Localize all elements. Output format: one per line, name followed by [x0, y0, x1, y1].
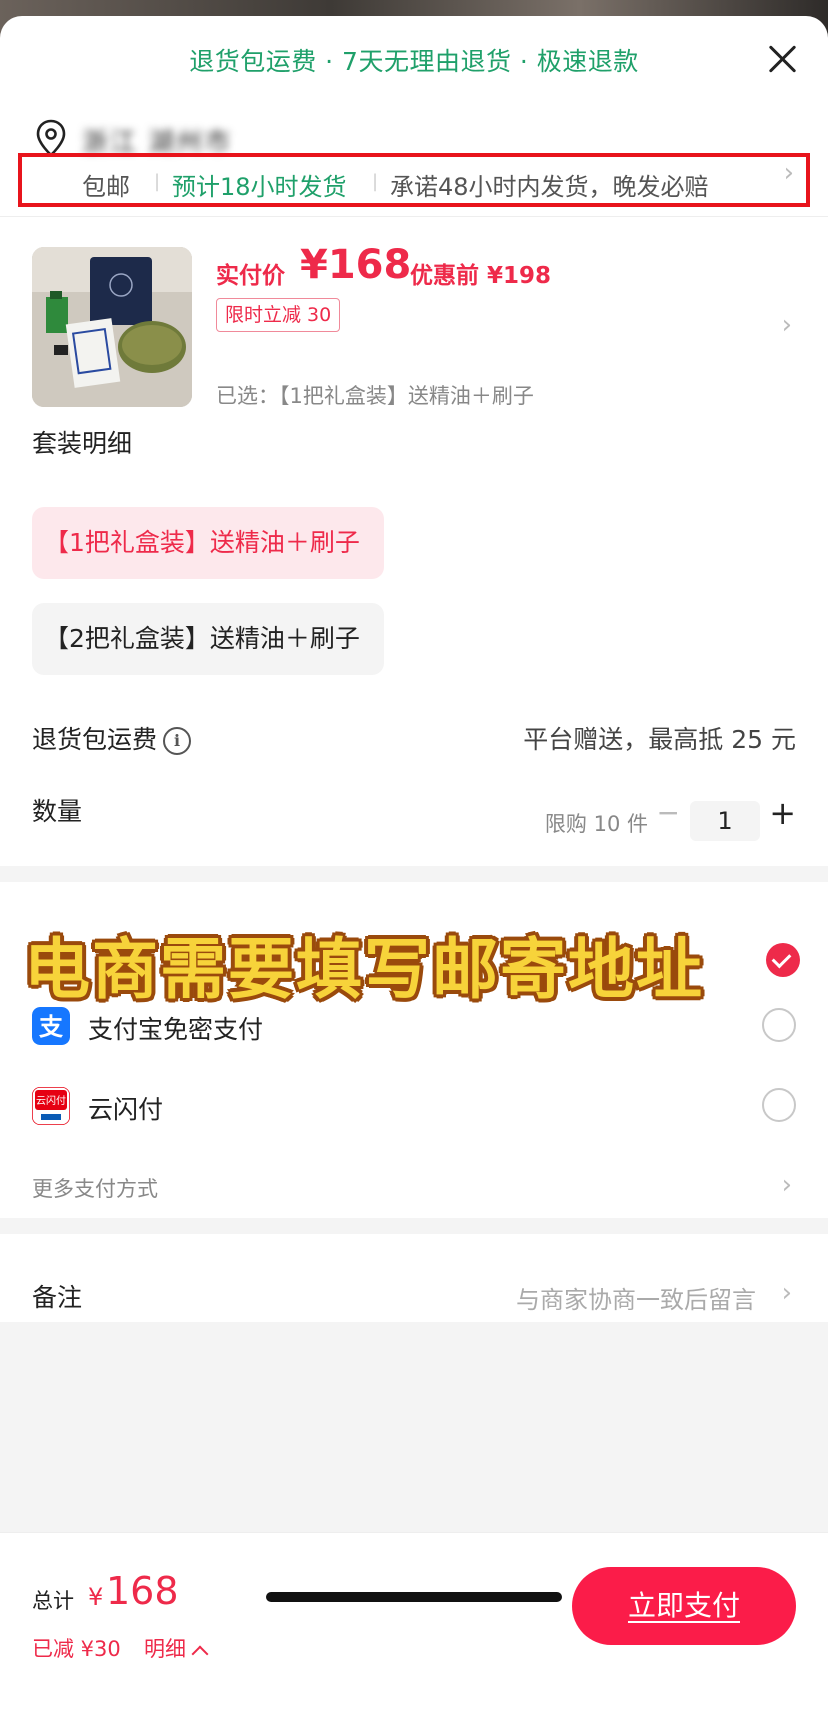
package-option-2[interactable]: 【2把礼盒装】送精油＋刷子 [32, 603, 384, 675]
promo-tag: 限时立减 30 [216, 298, 341, 332]
package-option-1[interactable]: 【1把礼盒装】送精油＋刷子 [32, 507, 384, 579]
chevron-right-icon[interactable]: › [782, 1278, 792, 1308]
payment-label: 支付宝免密支付 [88, 1015, 264, 1044]
section-gap [0, 1218, 828, 1234]
paid-price: ¥168 [300, 242, 412, 288]
free-shipping-label: 包邮 [82, 173, 130, 201]
checked-radio-icon[interactable] [766, 943, 800, 977]
remark-input[interactable]: 与商家协商一致后留言 [516, 1280, 756, 1315]
payment-option-alipay[interactable]: 支 支付宝免密支付 [32, 1002, 796, 1052]
sheet-header: 退货包运费 · 7天无理由退货 · 极速退款 [0, 16, 828, 106]
shipping-eta: 预计18小时发货 [172, 173, 347, 201]
product-image[interactable] [32, 247, 192, 407]
purchase-limit: 限购 10 件 [544, 812, 648, 836]
separator: | [154, 171, 161, 192]
shipping-promise: 承诺48小时内发货，晚发必赔 [390, 173, 709, 201]
order-sheet: 退货包运费 · 7天无理由退货 · 极速退款 浙江 湖州市 › 包邮 | 预计1… [0, 16, 828, 1713]
package-title: 套装明细 [32, 429, 133, 458]
return-shipping-value: 平台赠送，最高抵 25 元 [523, 725, 796, 754]
radio-unchecked-icon[interactable] [762, 1088, 796, 1122]
paid-price-label: 实付价 [216, 263, 285, 289]
radio-unchecked-icon[interactable] [762, 1008, 796, 1042]
price-detail-link[interactable]: 明细 [144, 1633, 209, 1663]
decrease-quantity-button[interactable]: − [657, 796, 680, 829]
original-price: 优惠前 ¥198 [410, 263, 552, 289]
total-label: 总计 [32, 1589, 74, 1613]
increase-quantity-button[interactable]: + [769, 794, 796, 832]
home-indicator [266, 1592, 562, 1602]
overlay-caption: 电商需要填写邮寄地址 [24, 931, 704, 1008]
empty-area [0, 1322, 828, 1532]
total-currency: ¥ [88, 1583, 104, 1611]
quantity-stepper[interactable]: 1 [690, 801, 760, 841]
alipay-icon: 支 [32, 1007, 70, 1045]
divider [0, 216, 828, 217]
total-amount: 168 [106, 1569, 179, 1613]
location-pin-icon [36, 119, 66, 157]
chevron-right-icon[interactable]: › [782, 310, 792, 340]
section-gap [0, 866, 828, 882]
remark-label: 备注 [32, 1283, 83, 1312]
chevron-right-icon[interactable]: › [782, 1170, 792, 1200]
selected-variant: 已选：【1把礼盒装】送精油＋刷子 [216, 384, 534, 408]
price-detail-label: 明细 [144, 1637, 186, 1661]
pay-now-button[interactable]: 立即支付 [572, 1567, 796, 1645]
payment-label: 云闪付 [88, 1095, 164, 1124]
return-shipping-row: 退货包运费 i [32, 720, 192, 756]
payment-option-unionpay[interactable]: 云闪付 云闪付 [32, 1082, 796, 1132]
quantity-label: 数量 [32, 797, 83, 826]
discount-amount: 已减 ¥30 [32, 1637, 121, 1661]
separator: | [372, 171, 379, 192]
guarantee-banner: 退货包运费 · 7天无理由退货 · 极速退款 [189, 47, 639, 76]
info-icon[interactable]: i [163, 727, 192, 755]
checkout-bar: 总计 ¥ 168 已减 ¥30 明细 立即支付 [0, 1532, 828, 1713]
chevron-up-icon [191, 1645, 209, 1663]
product-photo-graphic [32, 247, 192, 407]
return-shipping-label: 退货包运费 [32, 725, 158, 754]
svg-text:支: 支 [39, 1013, 64, 1041]
close-icon[interactable] [768, 44, 798, 74]
svg-text:云闪付: 云闪付 [36, 1094, 66, 1107]
shipping-info-highlight: 包邮 | 预计18小时发货 | 承诺48小时内发货，晚发必赔 [18, 153, 810, 207]
more-payment-methods[interactable]: 更多支付方式 [32, 1173, 158, 1203]
unionpay-icon: 云闪付 [32, 1087, 70, 1125]
